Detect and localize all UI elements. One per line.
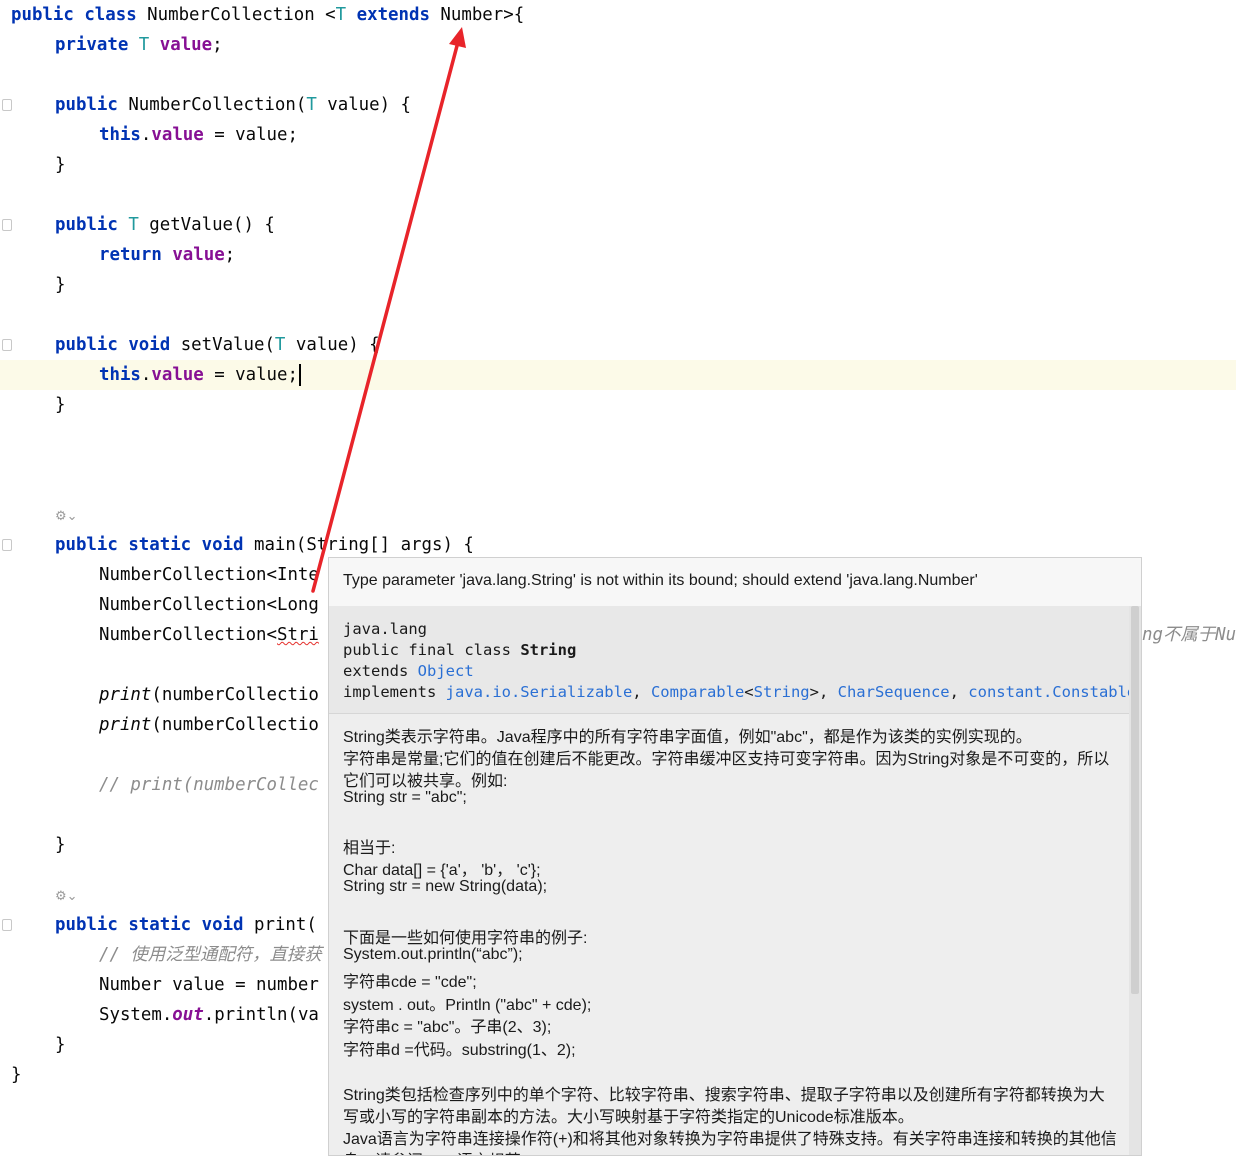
arrow-head-icon (449, 27, 466, 48)
arrow-shaft (311, 40, 460, 593)
annotation-arrow (311, 27, 466, 593)
